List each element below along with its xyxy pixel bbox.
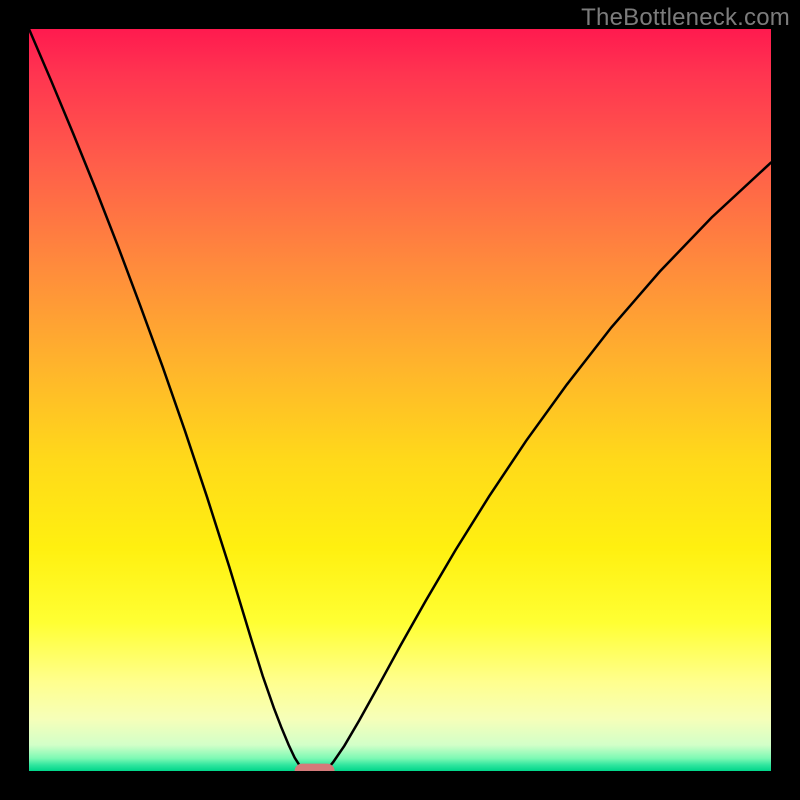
curve-right-branch	[326, 163, 771, 771]
plot-area	[29, 29, 771, 771]
optimal-point-marker	[294, 764, 335, 771]
watermark-text: TheBottleneck.com	[581, 4, 790, 32]
chart-frame: TheBottleneck.com	[0, 0, 800, 800]
bottleneck-curve	[29, 29, 771, 771]
curve-left-branch	[29, 29, 304, 771]
